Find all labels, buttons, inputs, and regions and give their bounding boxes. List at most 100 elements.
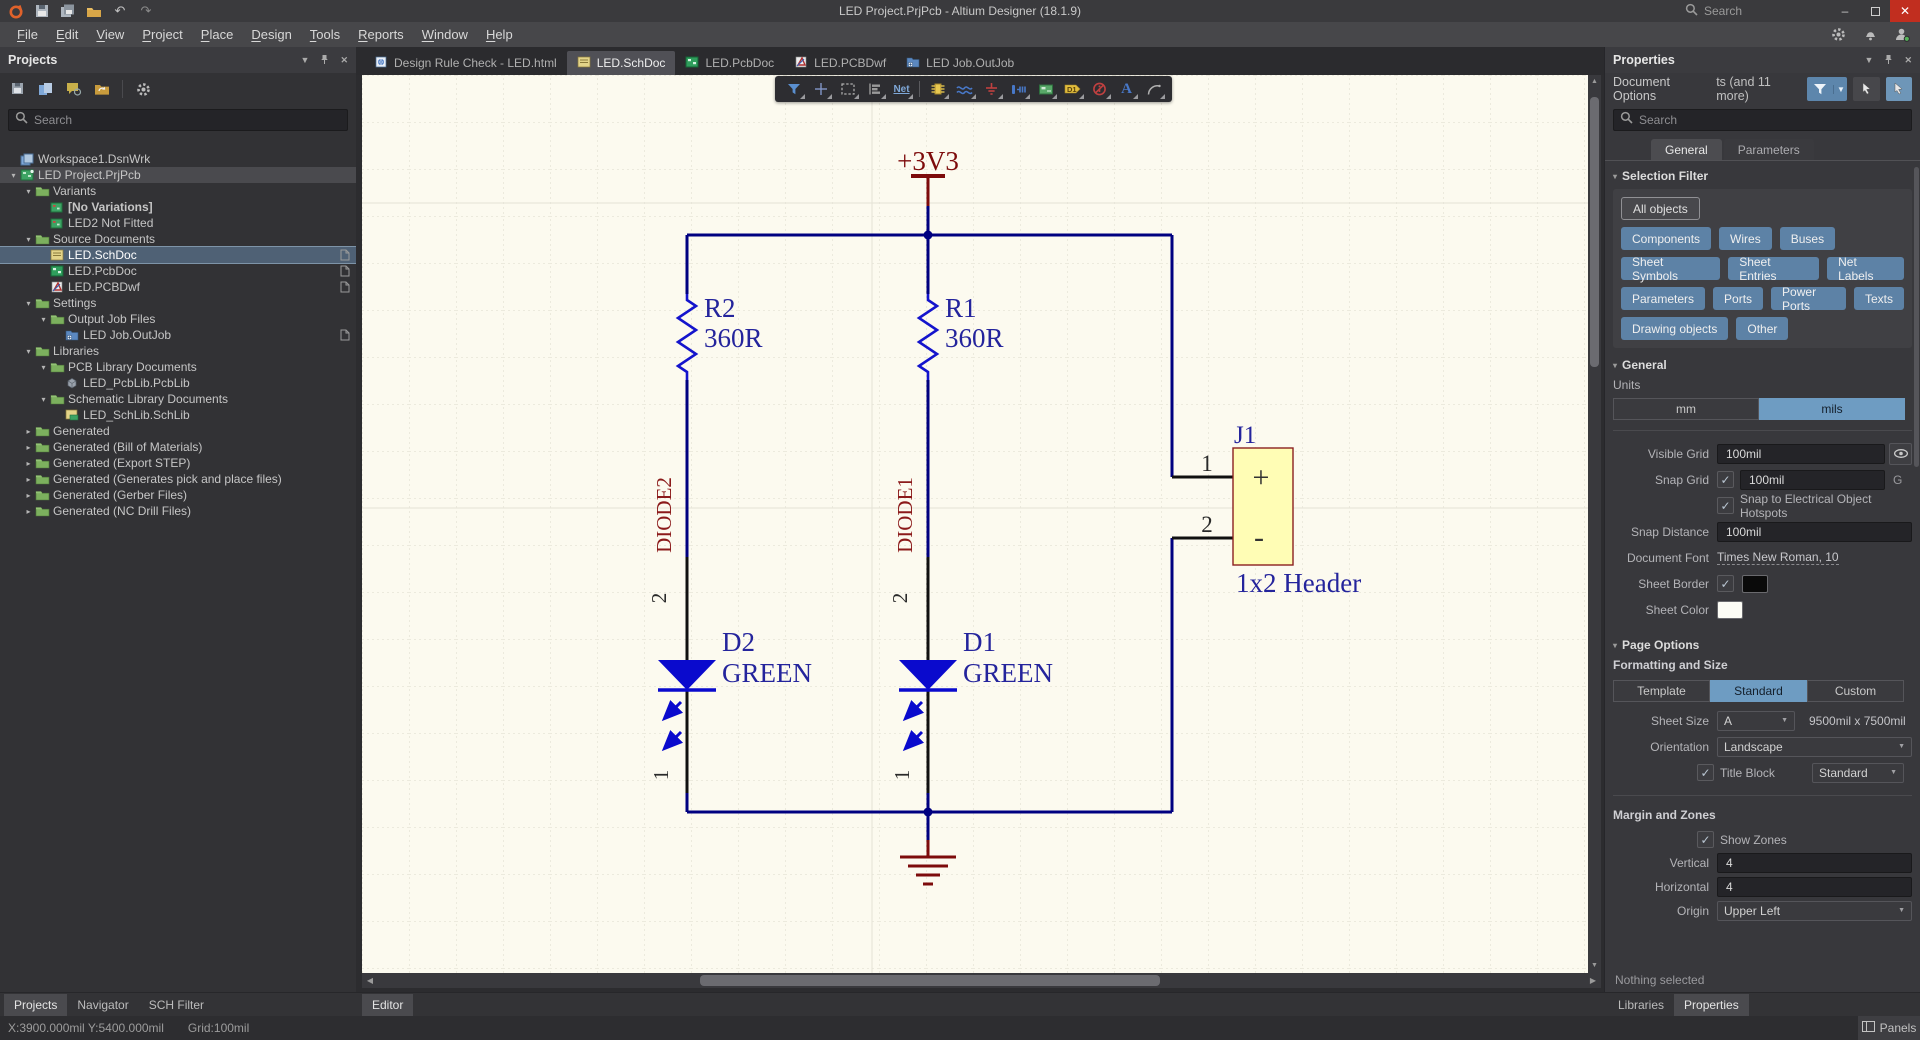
tree-item-pcb-library-documents[interactable]: ▾PCB Library Documents bbox=[0, 359, 356, 375]
filter-tool-icon[interactable] bbox=[781, 78, 806, 100]
menu-reports[interactable]: Reports bbox=[349, 22, 413, 47]
tree-item-variants[interactable]: ▾Variants bbox=[0, 183, 356, 199]
expand-icon[interactable]: ▸ bbox=[23, 491, 34, 500]
text-string-tool-icon[interactable]: A bbox=[1114, 78, 1139, 100]
filter-net-labels-button[interactable]: Net Labels bbox=[1827, 257, 1904, 280]
snap-grid-checkbox[interactable]: ✓ bbox=[1717, 471, 1734, 488]
align-tool-icon[interactable] bbox=[862, 78, 887, 100]
altium-logo-icon[interactable] bbox=[6, 2, 26, 20]
tree-item-libraries[interactable]: ▾Libraries bbox=[0, 343, 356, 359]
filter-parameters-button[interactable]: Parameters bbox=[1621, 287, 1705, 310]
tree-item-led-schlib-schlib[interactable]: LED_SchLib.SchLib bbox=[0, 407, 356, 423]
collapse-icon[interactable]: ▾ bbox=[23, 187, 34, 196]
place-part-tool-icon[interactable] bbox=[925, 78, 950, 100]
gnd-port-tool-icon[interactable] bbox=[979, 78, 1004, 100]
panel-close-icon[interactable]: ✕ bbox=[1904, 55, 1912, 66]
sheet-symbol-tool-icon[interactable] bbox=[1033, 78, 1058, 100]
horizontal-scrollbar[interactable]: ◀ ▶ bbox=[362, 973, 1601, 988]
scroll-down-icon[interactable]: ▼ bbox=[1588, 959, 1601, 973]
mode-custom-button[interactable]: Custom bbox=[1807, 680, 1904, 702]
mode-template-button[interactable]: Template bbox=[1613, 680, 1710, 702]
sheet-border-color-swatch[interactable] bbox=[1742, 575, 1768, 593]
project-save-icon[interactable] bbox=[6, 78, 30, 100]
filter-texts-button[interactable]: Texts bbox=[1854, 287, 1904, 310]
projects-search[interactable] bbox=[8, 109, 348, 131]
tree-item-output-job-files[interactable]: ▾Output Job Files bbox=[0, 311, 356, 327]
expand-icon[interactable]: ▸ bbox=[23, 459, 34, 468]
tree-item-generated-nc-drill-files[interactable]: ▸Generated (NC Drill Files) bbox=[0, 503, 356, 519]
filter-all-objects-button[interactable]: All objects bbox=[1621, 197, 1700, 220]
designator-tool-icon[interactable]: D1 bbox=[1060, 78, 1085, 100]
show-zones-checkbox[interactable]: ✓ bbox=[1697, 831, 1714, 848]
menu-help[interactable]: Help bbox=[477, 22, 522, 47]
save-all-icon[interactable] bbox=[58, 2, 78, 20]
selection-filter-header[interactable]: ▾ Selection Filter bbox=[1605, 161, 1920, 187]
properties-scroll-thumb[interactable] bbox=[1914, 167, 1919, 467]
filter-sheet-symbols-button[interactable]: Sheet Symbols bbox=[1621, 257, 1720, 280]
tree-item-led-pcbdoc[interactable]: LED.PcbDoc bbox=[0, 263, 356, 279]
menu-edit[interactable]: Edit bbox=[47, 22, 87, 47]
document-tab-led-job-outjob[interactable]: LED Job.OutJob bbox=[896, 51, 1024, 75]
menu-design[interactable]: Design bbox=[242, 22, 300, 47]
menu-project[interactable]: Project bbox=[133, 22, 191, 47]
redo-icon[interactable]: ↷ bbox=[136, 2, 156, 20]
filter-dropdown-icon[interactable]: ▼ bbox=[1833, 85, 1847, 94]
document-tab-led-schdoc[interactable]: LED.SchDoc bbox=[567, 51, 676, 75]
properties-search-input[interactable] bbox=[1639, 113, 1905, 127]
no-erc-tool-icon[interactable] bbox=[1087, 78, 1112, 100]
tree-item-settings[interactable]: ▾Settings bbox=[0, 295, 356, 311]
menu-place[interactable]: Place bbox=[192, 22, 243, 47]
project-settings-gear-icon[interactable] bbox=[131, 78, 155, 100]
tree-item-generated-generates-pick-and-place-files[interactable]: ▸Generated (Generates pick and place fil… bbox=[0, 471, 356, 487]
units-mm-button[interactable]: mm bbox=[1613, 398, 1759, 420]
menu-window[interactable]: Window bbox=[413, 22, 477, 47]
document-tab-led-pcbdwf[interactable]: LED.PCBDwf bbox=[784, 51, 896, 75]
panel-pin-icon[interactable] bbox=[1883, 54, 1894, 67]
editor-tab[interactable]: Editor bbox=[362, 994, 413, 1016]
schematic-canvas[interactable]: +3V3 bbox=[362, 75, 1601, 973]
menu-tools[interactable]: Tools bbox=[301, 22, 349, 47]
expand-icon[interactable]: ▸ bbox=[23, 443, 34, 452]
menu-file[interactable]: File bbox=[8, 22, 47, 47]
properties-search[interactable] bbox=[1613, 109, 1912, 131]
close-button[interactable]: ✕ bbox=[1890, 0, 1920, 22]
origin-select[interactable]: Upper Left ▼ bbox=[1717, 901, 1912, 921]
document-tab-led-pcbdoc[interactable]: LED.PcbDoc bbox=[675, 51, 784, 75]
horizontal-scroll-thumb[interactable] bbox=[700, 975, 1160, 986]
place-wire-tool-icon[interactable] bbox=[952, 78, 977, 100]
arc-tool-icon[interactable] bbox=[1141, 78, 1166, 100]
project-refresh-icon[interactable] bbox=[90, 78, 114, 100]
mode-standard-button[interactable]: Standard bbox=[1710, 680, 1807, 702]
menu-view[interactable]: View bbox=[87, 22, 133, 47]
filter-sheet-entries-button[interactable]: Sheet Entries bbox=[1728, 257, 1819, 280]
sheet-size-select[interactable]: A ▼ bbox=[1717, 711, 1795, 731]
tree-item-led-pcblib-pcblib[interactable]: LED_PcbLib.PcbLib bbox=[0, 375, 356, 391]
user-account-icon[interactable] bbox=[1892, 26, 1912, 44]
tree-item-schematic-library-documents[interactable]: ▾Schematic Library Documents bbox=[0, 391, 356, 407]
bottom-tab-libraries[interactable]: Libraries bbox=[1608, 994, 1674, 1016]
visible-grid-input[interactable] bbox=[1717, 444, 1885, 464]
filter-power-ports-button[interactable]: Power Ports bbox=[1771, 287, 1846, 310]
panel-chevron-down-icon[interactable]: ▼ bbox=[301, 55, 310, 65]
collapse-icon[interactable]: ▾ bbox=[38, 395, 49, 404]
document-tab-design-rule-check-led-html[interactable]: Design Rule Check - LED.html bbox=[364, 51, 567, 75]
open-folder-icon[interactable] bbox=[84, 2, 104, 20]
project-comment-icon[interactable] bbox=[62, 78, 86, 100]
hotspot-snap-checkbox[interactable]: ✓ bbox=[1717, 497, 1734, 514]
general-section-header[interactable]: ▾ General bbox=[1605, 350, 1920, 376]
bottom-tab-navigator[interactable]: Navigator bbox=[67, 994, 138, 1016]
expand-icon[interactable]: ▸ bbox=[23, 507, 34, 516]
tree-item-generated[interactable]: ▸Generated bbox=[0, 423, 356, 439]
project-compare-icon[interactable] bbox=[34, 78, 58, 100]
horizontal-input[interactable] bbox=[1717, 877, 1912, 897]
scroll-right-icon[interactable]: ▶ bbox=[1585, 973, 1601, 988]
move-tool-icon[interactable] bbox=[808, 78, 833, 100]
panel-close-icon[interactable]: ✕ bbox=[340, 55, 348, 66]
filter-components-button[interactable]: Components bbox=[1621, 227, 1711, 250]
sheet-border-checkbox[interactable]: ✓ bbox=[1717, 575, 1734, 592]
settings-gear-icon[interactable] bbox=[1828, 26, 1848, 44]
bottom-tab-sch-filter[interactable]: SCH Filter bbox=[139, 994, 214, 1016]
sheet-color-swatch[interactable] bbox=[1717, 601, 1743, 619]
bottom-tab-properties[interactable]: Properties bbox=[1674, 994, 1749, 1016]
filter-wires-button[interactable]: Wires bbox=[1719, 227, 1772, 250]
